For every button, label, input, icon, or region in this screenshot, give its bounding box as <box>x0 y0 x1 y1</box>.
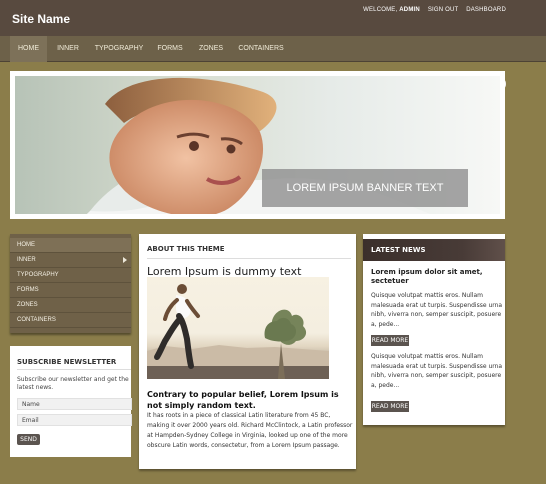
email-placeholder: Email <box>22 417 39 424</box>
news-item-text: Quisque volutpat mattis eros. Nullam mal… <box>371 292 503 328</box>
site-name[interactable]: Site Name <box>12 12 70 26</box>
article-subtitle: Contrary to popular belief, Lorem Ipsum … <box>147 390 339 410</box>
about-theme-panel: ABOUT THIS THEME Lorem Ipsum is dummy te… <box>139 234 356 469</box>
send-button[interactable]: SEND <box>17 434 40 445</box>
divider <box>147 258 351 259</box>
sidebar-menu: HOME INNER TYPOGRAPHY FORMS ZONES CONTAI… <box>10 234 131 333</box>
site-header: Site Name WELCOME, ADMIN SIGN OUT DASHBO… <box>0 0 546 36</box>
banner-text: LOREM IPSUM BANNER TEXT <box>262 169 468 207</box>
sidebar-item-typography[interactable]: TYPOGRAPHY <box>10 268 131 283</box>
read-more-button[interactable]: READ MORE <box>371 335 409 346</box>
news-title: LATEST NEWS <box>371 246 426 254</box>
newsletter-box: SUBSCRIBE NEWSLETTER Subscribe our newsl… <box>10 346 132 457</box>
user-name: ADMIN <box>399 7 420 13</box>
email-field[interactable]: Email <box>17 414 132 426</box>
sidebar-item-home[interactable]: HOME <box>10 238 131 253</box>
article-body: It has roots in a piece of classical Lat… <box>147 412 353 449</box>
panel-title: ABOUT THIS THEME <box>147 245 225 253</box>
news-item-title[interactable]: Lorem ipsum dolor sit amet, sectetuer <box>371 268 501 286</box>
welcome-text: WELCOME, <box>363 7 398 13</box>
name-placeholder: Name <box>22 401 40 408</box>
news-item-text-2: Quisque volutpat mattis eros. Nullam mal… <box>371 353 503 389</box>
name-field[interactable]: Name <box>17 398 132 410</box>
dashboard-link[interactable]: DASHBOARD <box>466 7 506 13</box>
divider <box>17 369 131 370</box>
sign-out-link[interactable]: SIGN OUT <box>428 7 459 13</box>
nav-typography[interactable]: TYPOGRAPHY <box>94 36 144 62</box>
banner-image: LOREM IPSUM BANNER TEXT <box>15 76 500 214</box>
nav-forms[interactable]: FORMS <box>154 36 186 62</box>
sidebar-item-inner[interactable]: INNER <box>10 253 131 268</box>
newsletter-description: Subscribe our newsletter and get the lat… <box>17 376 129 391</box>
nav-home[interactable]: HOME <box>10 36 47 62</box>
sidebar-item-zones[interactable]: ZONES <box>10 298 131 313</box>
news-header: LATEST NEWS <box>363 239 505 261</box>
sidebar-item-label: INNER <box>17 257 36 263</box>
runner-photo <box>147 284 329 379</box>
main-nav: HOME INNER TYPOGRAPHY FORMS ZONES CONTAI… <box>0 36 546 91</box>
nav-zones[interactable]: ZONES <box>196 36 226 62</box>
read-more-button-2[interactable]: READ MORE <box>371 401 409 412</box>
chevron-right-icon <box>123 257 127 263</box>
top-links: WELCOME, ADMIN SIGN OUT DASHBOARD <box>357 7 506 13</box>
nav-inner[interactable]: INNER <box>51 36 85 62</box>
nav-containers[interactable]: CONTAINERS <box>237 36 285 62</box>
latest-news-panel: LATEST NEWS Lorem ipsum dolor sit amet, … <box>363 234 505 425</box>
sidebar-item-containers[interactable]: CONTAINERS <box>10 313 131 328</box>
runner-image <box>147 277 329 379</box>
sidebar-item-forms[interactable]: FORMS <box>10 283 131 298</box>
newsletter-title: SUBSCRIBE NEWSLETTER <box>17 358 117 366</box>
